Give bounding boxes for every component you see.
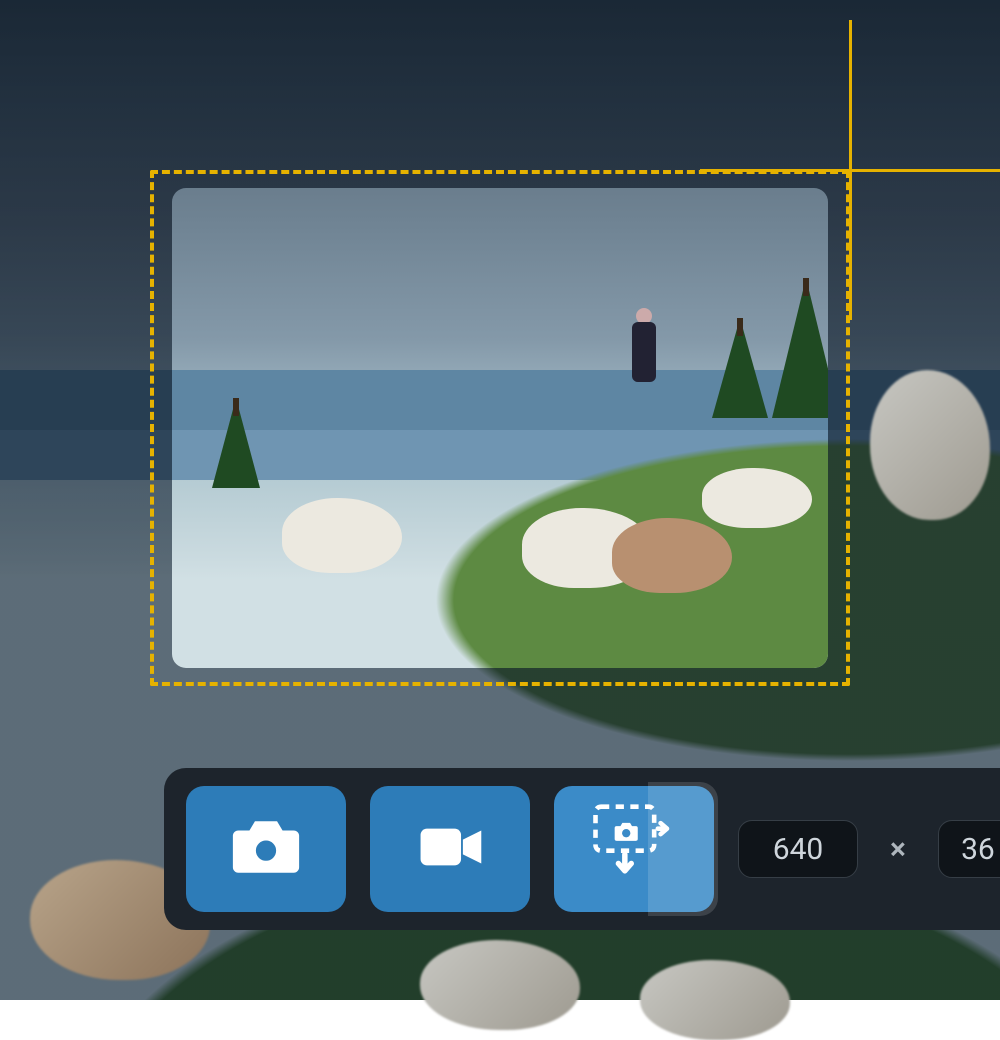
video-icon	[404, 801, 496, 897]
selection-preview	[172, 188, 828, 668]
crosshair-vertical	[849, 20, 852, 320]
screenshot-button[interactable]	[186, 786, 346, 912]
selection-width-field[interactable]: 640	[738, 820, 858, 878]
autocapture-icon	[579, 792, 689, 906]
autocapture-button[interactable]	[554, 786, 714, 912]
camera-icon	[220, 801, 312, 897]
record-button[interactable]	[370, 786, 530, 912]
dimension-separator: ×	[882, 832, 914, 867]
selection-height-field[interactable]: 36	[938, 820, 1000, 878]
capture-toolbar: 640 × 36	[164, 768, 1000, 930]
